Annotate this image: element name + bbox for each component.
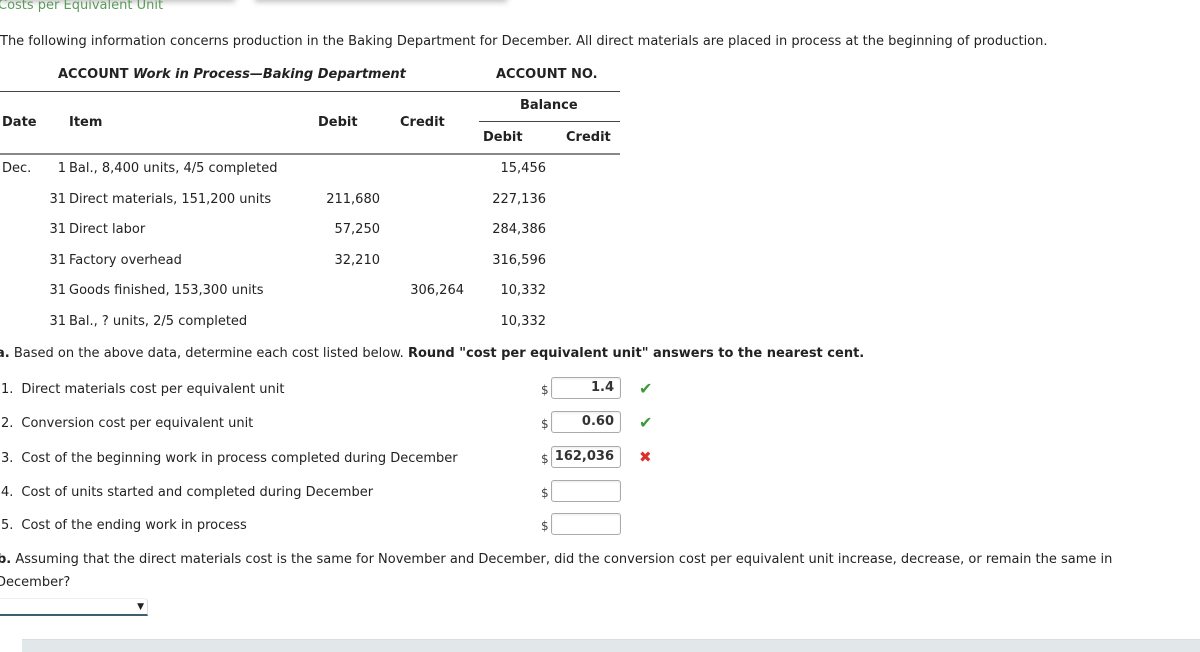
dollar-sign: $ bbox=[541, 417, 549, 431]
question-text: Direct materials cost per equivalent uni… bbox=[21, 382, 285, 397]
page-title: Costs per Equivalent Unit bbox=[0, 0, 164, 13]
row-day: 1 bbox=[57, 161, 66, 176]
row-balance-debit: 10,332 bbox=[500, 283, 547, 298]
row-day: 31 bbox=[49, 283, 66, 298]
account-prefix: ACCOUNT bbox=[58, 67, 129, 82]
question-item: 4. Cost of units started and completed du… bbox=[1, 485, 373, 500]
account-no-label: ACCOUNT NO. bbox=[496, 67, 598, 82]
row-debit: 57,250 bbox=[334, 222, 381, 237]
question-text: Conversion cost per equivalent unit bbox=[21, 416, 254, 431]
question-text: Cost of the beginning work in process co… bbox=[21, 451, 458, 466]
part-b-text: Assuming that the direct materials cost … bbox=[15, 552, 1113, 567]
dollar-sign: $ bbox=[541, 452, 549, 466]
row-debit: 211,680 bbox=[326, 192, 380, 207]
ledger-header-rule bbox=[0, 153, 620, 155]
chevron-down-icon: ▼ bbox=[137, 602, 144, 612]
account-name: Work in Process—Baking Department bbox=[133, 67, 406, 82]
header-balance-debit: Debit bbox=[483, 130, 523, 145]
row-balance-debit: 227,136 bbox=[492, 192, 546, 207]
row-item: Goods finished, 153,300 units bbox=[69, 283, 264, 298]
part-a-text: Based on the above data, determine each … bbox=[13, 346, 404, 361]
balance-rule bbox=[479, 121, 620, 122]
row-item: Bal., 8,400 units, 4/5 completed bbox=[69, 161, 278, 176]
intro-text: The following information concerns produ… bbox=[0, 34, 1048, 49]
row-day: 31 bbox=[49, 314, 66, 329]
dollar-sign: $ bbox=[541, 519, 549, 533]
row-day: 31 bbox=[49, 192, 66, 207]
x-mark-icon: ✖ bbox=[639, 448, 652, 466]
answer-input-3[interactable]: 162,036 bbox=[551, 446, 621, 468]
header-balance-credit: Credit bbox=[566, 130, 611, 145]
question-number: 3. bbox=[1, 451, 14, 466]
checkmark-icon: ✔ bbox=[639, 413, 653, 432]
row-balance-debit: 284,386 bbox=[492, 222, 546, 237]
question-number: 4. bbox=[1, 485, 14, 500]
question-number: 1. bbox=[1, 382, 14, 397]
row-balance-debit: 10,332 bbox=[500, 314, 547, 329]
row-item: Factory overhead bbox=[69, 253, 182, 268]
header-date: Date bbox=[2, 115, 37, 130]
row-item: Direct labor bbox=[69, 222, 146, 237]
row-debit: 32,210 bbox=[334, 253, 381, 268]
row-item: Direct materials, 151,200 units bbox=[69, 192, 272, 207]
part-a-bold-text: Round "cost per equivalent unit" answers… bbox=[407, 346, 865, 361]
dollar-sign: $ bbox=[541, 383, 549, 397]
part-b-question: b. Assuming that the direct materials co… bbox=[0, 552, 1112, 567]
ledger-top-rule bbox=[0, 91, 620, 92]
answer-input-4[interactable] bbox=[551, 480, 621, 502]
question-item: 1. Direct materials cost per equivalent u… bbox=[1, 382, 285, 397]
account-title: ACCOUNT Work in Process—Baking Departmen… bbox=[58, 67, 406, 82]
part-a-label: a. bbox=[0, 346, 10, 361]
row-balance-debit: 316,596 bbox=[492, 253, 546, 268]
header-credit: Credit bbox=[400, 115, 445, 130]
header-debit: Debit bbox=[318, 115, 358, 130]
question-text: Cost of units started and completed duri… bbox=[21, 485, 374, 500]
row-balance-debit: 15,456 bbox=[500, 161, 547, 176]
header-balance: Balance bbox=[520, 98, 578, 113]
question-item: 5. Cost of the ending work in process bbox=[1, 518, 247, 533]
row-credit: 306,264 bbox=[410, 283, 464, 298]
row-item: Bal., ? units, 2/5 completed bbox=[69, 314, 248, 329]
question-number: 5. bbox=[1, 518, 14, 533]
question-item: 3. Cost of the beginning work in process … bbox=[1, 451, 458, 466]
row-day: 31 bbox=[49, 222, 66, 237]
answer-input-2[interactable]: 0.60 bbox=[551, 411, 621, 433]
footer-bar bbox=[22, 639, 1200, 652]
part-a-instruction: a. Based on the above data, determine ea… bbox=[0, 346, 864, 361]
checkmark-icon: ✔ bbox=[639, 379, 653, 398]
dollar-sign: $ bbox=[541, 486, 549, 500]
answer-input-5[interactable] bbox=[551, 513, 621, 535]
question-text: Cost of the ending work in process bbox=[21, 518, 247, 533]
part-b-answer-dropdown[interactable]: ▼ bbox=[0, 598, 148, 616]
row-day: 31 bbox=[49, 253, 66, 268]
question-item: 2. Conversion cost per equivalent unit bbox=[1, 416, 253, 431]
part-b-label: b. bbox=[0, 552, 12, 567]
question-number: 2. bbox=[1, 416, 14, 431]
header-item: Item bbox=[69, 115, 103, 130]
answer-input-1[interactable]: 1.4 bbox=[551, 377, 621, 399]
part-b-question-continued: December? bbox=[0, 575, 71, 590]
